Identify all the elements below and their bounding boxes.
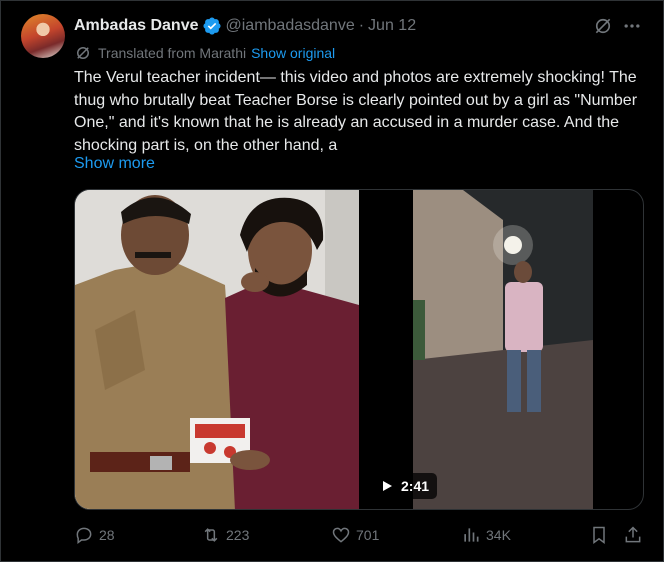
- translate-icon: [77, 47, 89, 59]
- grok-icon[interactable]: [592, 15, 614, 37]
- share-button[interactable]: [623, 523, 648, 547]
- repost-count: 223: [226, 527, 250, 543]
- video-frame-left: [75, 190, 359, 509]
- author-handle[interactable]: @iambadasdanve: [226, 17, 355, 35]
- bookmark-button[interactable]: [589, 523, 614, 547]
- share-icon: [625, 526, 641, 543]
- like-count: 701: [356, 527, 380, 543]
- separator-dot: ·: [358, 17, 365, 34]
- views-icon: [464, 528, 479, 542]
- verified-badge-icon: [202, 16, 222, 36]
- play-icon[interactable]: [381, 480, 393, 492]
- translated-label: Translated from Marathi: [98, 45, 247, 61]
- like-icon: [332, 527, 350, 543]
- reply-count: 28: [99, 527, 115, 543]
- like-button[interactable]: 701: [331, 523, 379, 547]
- views-count: 34K: [486, 527, 511, 543]
- duration-text: 2:41: [401, 478, 430, 494]
- tweet-card[interactable]: Ambadas Danve @iambadasdanve · Jun 12 Tr…: [0, 0, 664, 562]
- show-more-link[interactable]: Show more: [74, 155, 155, 173]
- avatar[interactable]: [21, 14, 65, 58]
- reply-icon: [76, 527, 92, 544]
- video-frame-right: [413, 190, 593, 509]
- more-icon[interactable]: [621, 15, 643, 37]
- author-name[interactable]: Ambadas Danve: [74, 17, 199, 35]
- video-player[interactable]: 2:41: [74, 189, 644, 510]
- bookmark-icon: [593, 526, 605, 544]
- show-original-link[interactable]: Show original: [251, 45, 335, 61]
- views-button[interactable]: 34K: [461, 523, 511, 547]
- post-date[interactable]: Jun 12: [368, 17, 416, 35]
- video-duration-badge: 2:41: [373, 473, 438, 499]
- tweet-header: Ambadas Danve @iambadasdanve · Jun 12: [74, 15, 603, 37]
- translation-notice: Translated from Marathi Show original: [74, 43, 335, 63]
- reply-button[interactable]: 28: [74, 523, 115, 547]
- repost-button[interactable]: 223: [201, 523, 249, 547]
- repost-icon: [204, 528, 218, 542]
- tweet-text: The Verul teacher incident— this video a…: [74, 69, 638, 154]
